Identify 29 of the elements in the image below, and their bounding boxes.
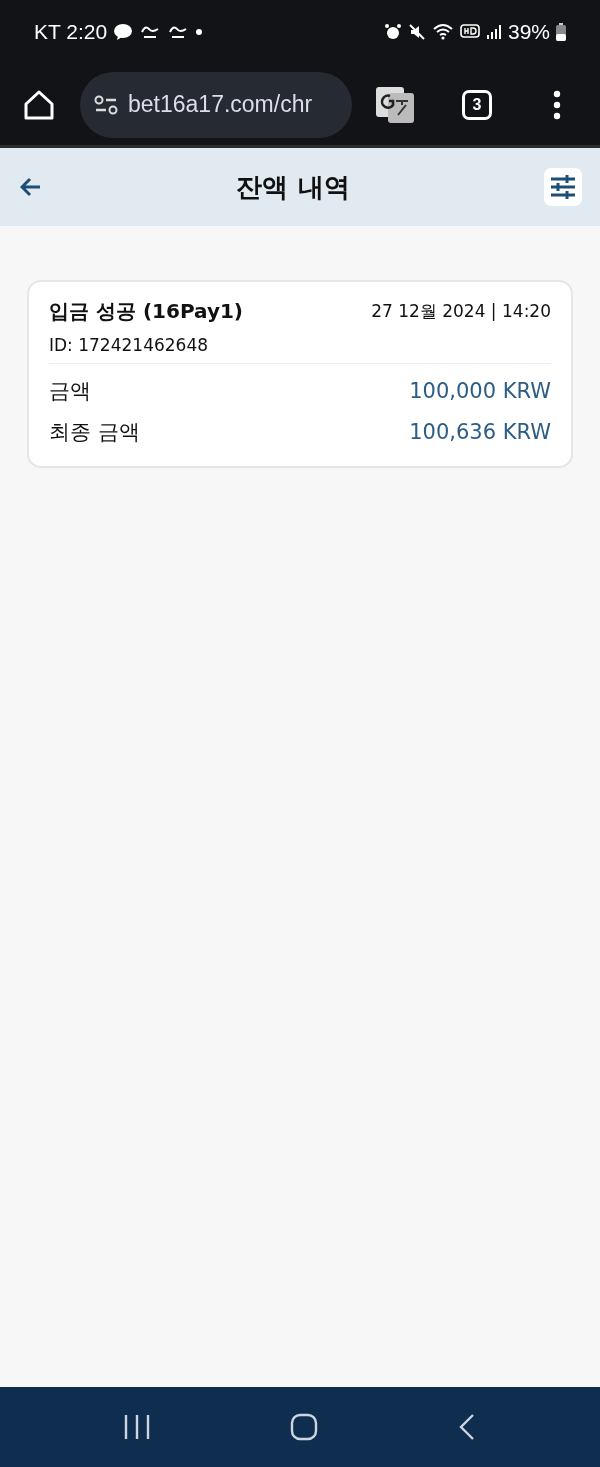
- back-arrow-icon[interactable]: [20, 177, 42, 197]
- tab-count-button[interactable]: 3: [462, 89, 492, 120]
- translate-icon[interactable]: [376, 86, 414, 123]
- home-button-icon[interactable]: [290, 1413, 318, 1441]
- chat-bubble-icon: [113, 23, 134, 41]
- address-bar[interactable]: bet16a17.com/chr: [80, 71, 352, 138]
- filter-button[interactable]: [544, 168, 582, 206]
- more-menu-icon[interactable]: [552, 89, 562, 120]
- status-time: KT 2:20: [34, 20, 108, 44]
- transaction-id: ID: 172421462648: [49, 335, 210, 355]
- hd-icon: [459, 24, 480, 40]
- battery-icon: [556, 23, 566, 41]
- amount-value: 100,636 KRW: [409, 419, 551, 444]
- transaction-date: 27 12월 2024 | 14:20: [371, 300, 551, 323]
- page-title: 잔액 내역: [236, 170, 350, 204]
- wifi-icon: [431, 23, 454, 41]
- transaction-title: 입금 성공 (16Pay1): [49, 298, 243, 325]
- signal-icon: [485, 24, 502, 40]
- alarm-icon: [383, 23, 402, 41]
- amount-value: 100,000 KRW: [409, 378, 551, 403]
- amount-label: 금액: [49, 377, 91, 405]
- site-settings-icon[interactable]: [94, 94, 118, 115]
- amount-label: 최종 금액: [49, 418, 140, 446]
- recent-apps-icon[interactable]: [124, 1414, 150, 1440]
- back-icon[interactable]: [458, 1413, 476, 1441]
- dot-icon: [195, 28, 204, 36]
- mute-icon: [407, 23, 426, 41]
- url-text[interactable]: bet16a17.com/chr: [128, 91, 313, 118]
- battery-percent: 39%: [507, 20, 550, 44]
